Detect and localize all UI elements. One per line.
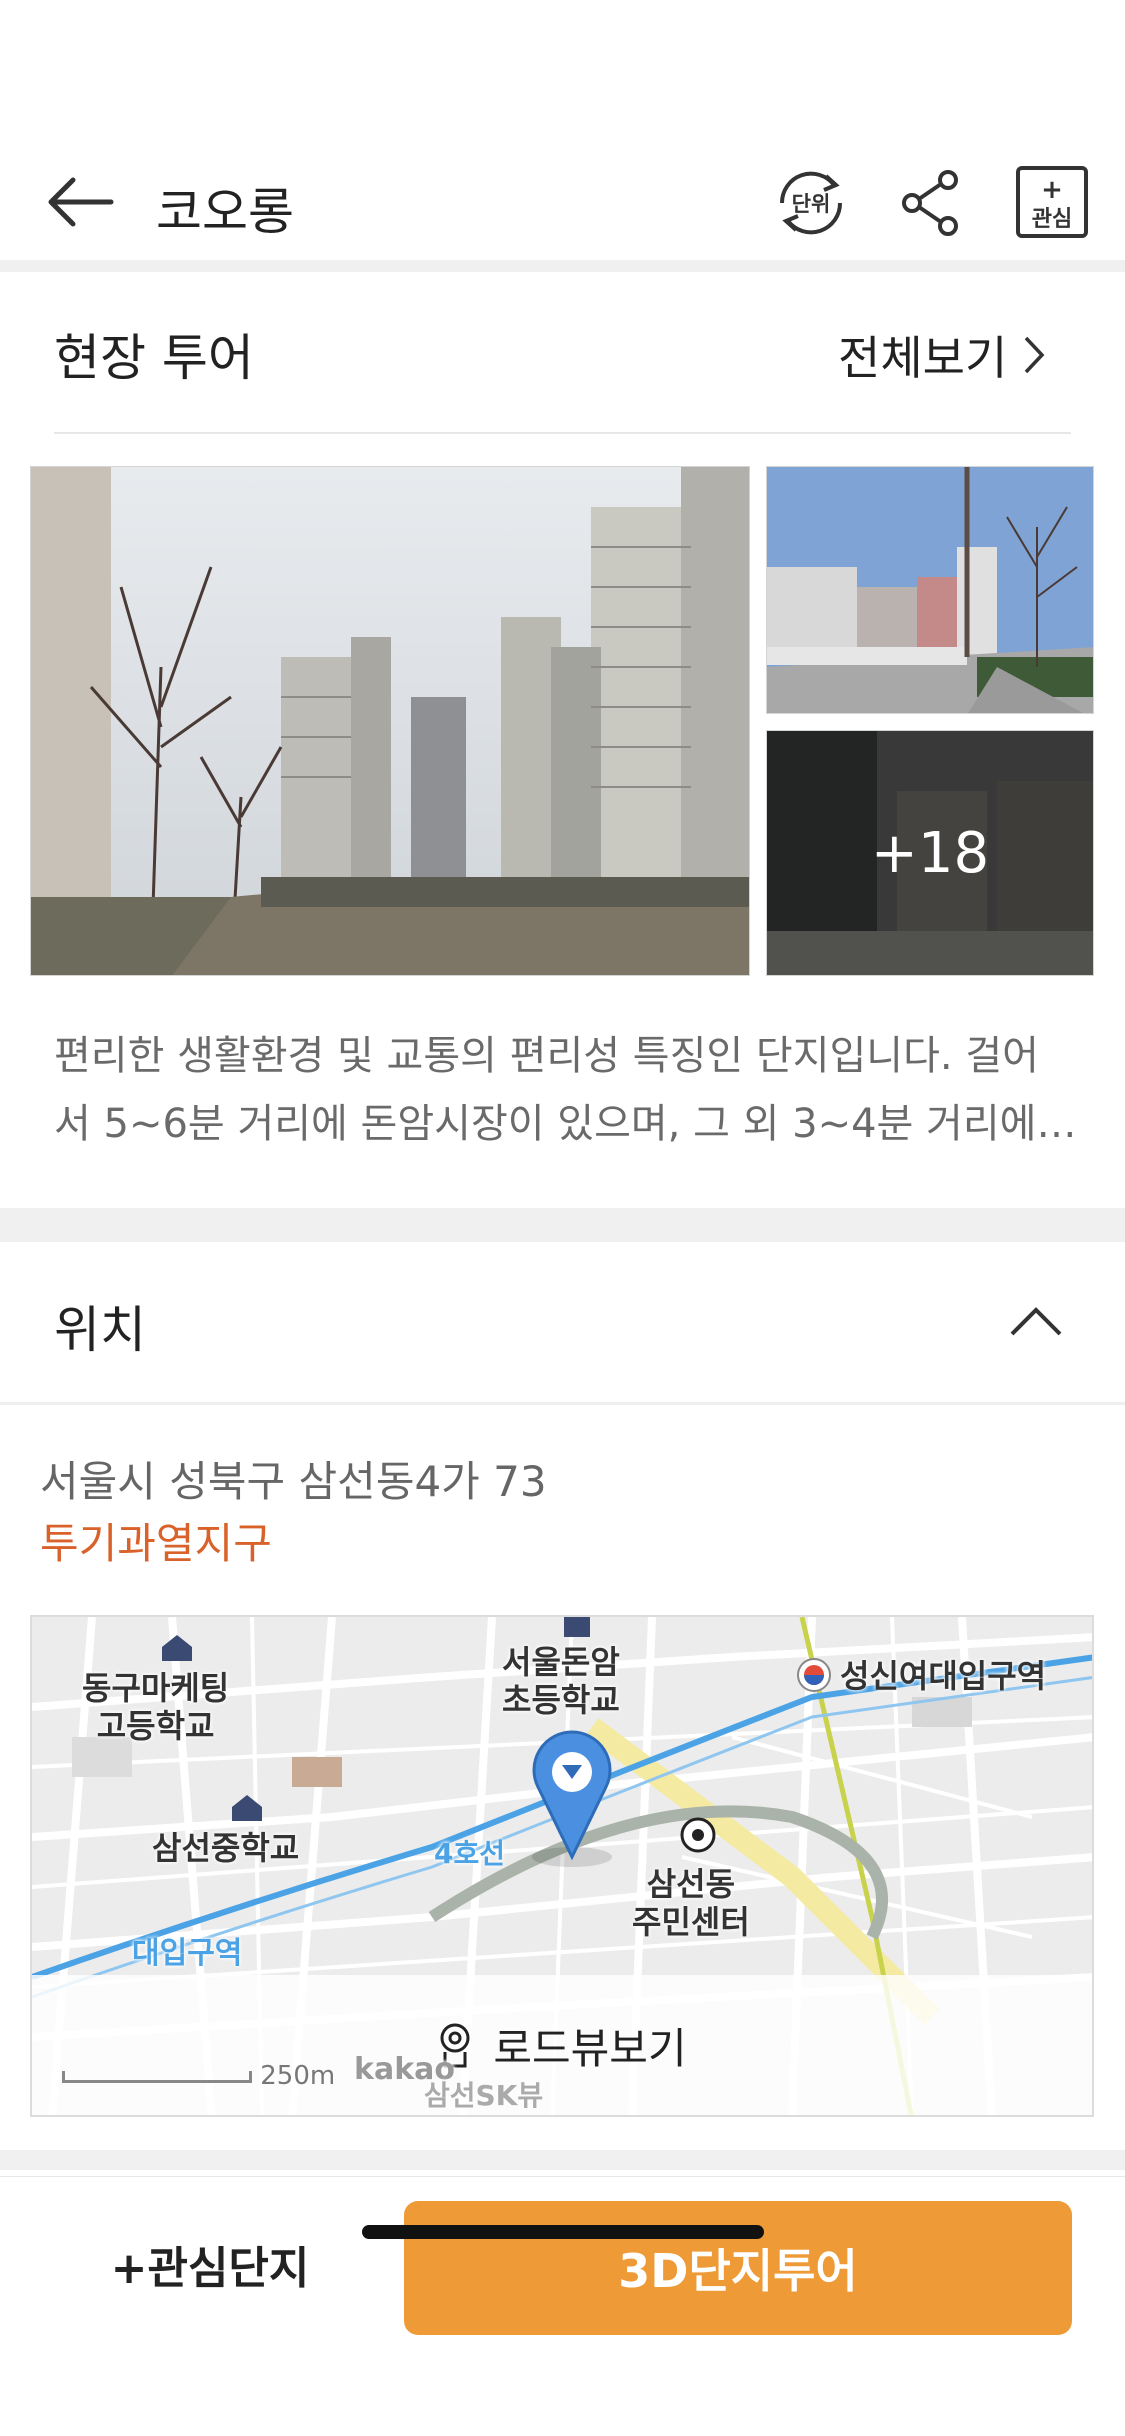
add-favorite-complex-button[interactable]: +관심단지: [40, 2197, 380, 2331]
3d-tour-button[interactable]: 3D단지투어: [404, 2201, 1072, 2335]
view-all-label: 전체보기: [838, 331, 1008, 385]
share-icon: [902, 170, 958, 236]
location-section-title: 위치: [54, 1301, 146, 1359]
chevron-up-icon: [1010, 1307, 1062, 1336]
header-divider: [0, 260, 1125, 272]
more-photos-overlay: +18: [767, 731, 1093, 975]
section-separator: [0, 1208, 1125, 1242]
chevron-right-icon: [1025, 336, 1045, 374]
map-label-school: 삼선중학교: [152, 1829, 300, 1867]
map-label-center: 삼선동 주민센터: [632, 1865, 750, 1941]
regulation-district: 투기과열지구: [40, 1519, 272, 1568]
tour-section-title: 현장 투어: [54, 329, 254, 387]
top-app-bar: 코오롱 단위 + 관심: [0, 150, 1125, 260]
tour-divider: [54, 432, 1071, 434]
location-map[interactable]: 동구마케팅 고등학교 서울돈암 초등학교 성신여대입구역 삼선중학교 삼선동 주민센터…: [30, 1615, 1094, 2117]
tour-photo-more[interactable]: +18: [766, 730, 1094, 976]
fav-plus: +: [1041, 175, 1063, 205]
street-photo-image: [767, 467, 1093, 713]
arrow-left-icon: [48, 177, 114, 227]
map-label-school: 서울돈암 초등학교: [502, 1643, 620, 1719]
fav-label: 관심: [1032, 207, 1072, 232]
description-line: 서 5~6분 거리에 돈암시장이 있으며, 그 외 3~4분 거리에…: [54, 1101, 1074, 1147]
tour-photo-secondary[interactable]: [766, 466, 1094, 714]
location-divider: [0, 1402, 1125, 1405]
map-label-line: 4호선: [434, 1837, 506, 1870]
map-scale-label: 250m: [260, 2061, 336, 2091]
tour-description[interactable]: 편리한 생활환경 및 교통의 편리성 특징인 단지입니다. 걸어 서 5~6분 …: [54, 1022, 1074, 1158]
map-label-apt: 삼선SK뷰: [424, 2079, 544, 2112]
tour-photo-main[interactable]: [30, 466, 750, 976]
favorite-add-icon: + 관심: [1016, 166, 1088, 238]
section-separator: [0, 2150, 1125, 2170]
map-label-station: 대입구역: [132, 1936, 243, 1971]
share-button[interactable]: [890, 162, 972, 244]
unit-label: 단위: [792, 192, 831, 216]
add-favorite-button[interactable]: + 관심: [1010, 160, 1094, 244]
3d-tour-label: 3D단지투어: [618, 2244, 858, 2298]
view-all-button[interactable]: 전체보기: [838, 322, 1045, 388]
home-indicator[interactable]: [362, 2225, 764, 2239]
map-label-station: 성신여대입구역: [840, 1657, 1047, 1695]
bottom-action-bar: +관심단지 3D단지투어: [0, 2176, 1125, 2436]
map-label-school: 동구마케팅 고등학교: [82, 1669, 230, 1745]
roadview-label: 로드뷰보기: [493, 2023, 687, 2073]
street-photo-image: [31, 467, 749, 975]
unit-toggle-button[interactable]: 단위: [770, 162, 852, 244]
description-line: 편리한 생활환경 및 교통의 편리성 특징인 단지입니다. 걸어: [54, 1033, 1039, 1079]
add-favorite-complex-label: +관심단지: [110, 2243, 310, 2294]
page-title: 코오롱: [156, 183, 294, 241]
back-button[interactable]: [40, 162, 120, 242]
more-photos-count: +18: [870, 820, 990, 886]
map-scale: 250m: [62, 2057, 335, 2095]
unit-convert-icon: 단위: [779, 171, 843, 235]
collapse-location-button[interactable]: [1006, 1296, 1066, 1346]
address-text: 서울시 성북구 삼선동4가 73: [40, 1457, 547, 1506]
